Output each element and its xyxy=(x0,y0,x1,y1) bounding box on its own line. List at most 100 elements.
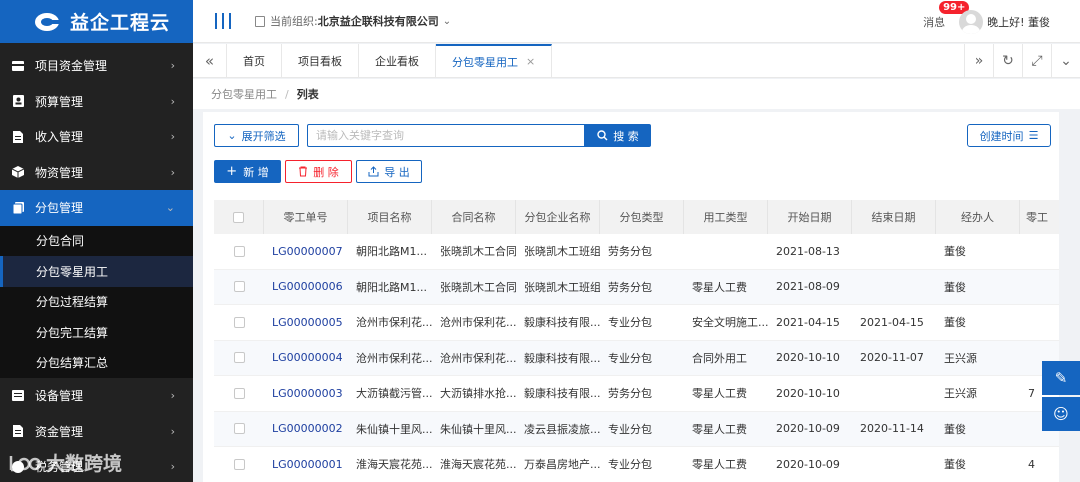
contact-icon xyxy=(12,95,24,108)
sidebar-item-equipment[interactable]: 设备管理 › xyxy=(0,378,193,414)
order-number-link[interactable]: LG00000002 xyxy=(264,422,348,435)
order-number-link[interactable]: LG00000001 xyxy=(264,458,348,471)
column-header[interactable]: 零工 xyxy=(1020,200,1055,234)
table-cell: 零星人工费 xyxy=(692,458,747,472)
column-header[interactable]: 项目名称 xyxy=(348,200,432,234)
row-select-cell xyxy=(214,245,264,257)
sort-by-created-button[interactable]: 创建时间 ☰ xyxy=(967,124,1051,147)
search-input[interactable] xyxy=(307,124,585,147)
export-button[interactable]: 导 出 xyxy=(356,160,422,183)
sidebar-subitem-settlement-summary[interactable]: 分包结算汇总 xyxy=(0,347,193,378)
sidebar-item-budget[interactable]: 预算管理 › xyxy=(0,84,193,120)
row-checkbox[interactable] xyxy=(233,245,245,257)
table-cell: 2020-10-10 xyxy=(776,386,840,400)
table-cell: 王兴源 xyxy=(944,387,977,401)
breadcrumb: 分包零星用工 / 列表 xyxy=(193,79,1080,109)
row-checkbox[interactable] xyxy=(233,352,245,364)
breadcrumb-parent[interactable]: 分包零星用工 xyxy=(211,86,277,102)
order-number-link[interactable]: LG00000003 xyxy=(264,387,348,400)
row-checkbox[interactable] xyxy=(233,387,245,399)
scroll-left-icon[interactable]: « xyxy=(193,44,227,77)
sidebar-subitem-process-settlement[interactable]: 分包过程结算 xyxy=(0,286,193,317)
sidebar-item-subcontract[interactable]: 分包管理 ⌄ xyxy=(0,190,193,226)
logo[interactable]: 益企工程云 xyxy=(0,0,193,43)
sidebar-item-funds[interactable]: 资金管理 › xyxy=(0,414,193,450)
column-header[interactable]: 用工类型 xyxy=(684,200,768,234)
sidebar-subitem-casual-labor[interactable]: 分包零星用工 xyxy=(0,256,193,287)
avatar[interactable] xyxy=(959,9,984,34)
delete-button[interactable]: 删 除 xyxy=(285,160,352,183)
sidebar-item-project-funds[interactable]: 项目资金管理 › xyxy=(0,48,193,84)
table-row[interactable]: LG00000006 朝阳北路M1... 张晓凯木工合同 张晓凯木工班组 劳务分包 零星人… xyxy=(214,269,1059,305)
row-checkbox[interactable] xyxy=(233,281,245,293)
table-body: LG00000007 朝阳北路M1... 张晓凯木工合同 张晓凯木工班组 劳务分包 202… xyxy=(214,234,1059,482)
table-cell: 董俊 xyxy=(944,422,966,436)
table-row[interactable]: LG00000003 大沥镇截污管... 大沥镇排水抢... 毅康科技有限... 劳务分… xyxy=(214,376,1059,412)
data-table: 零工单号 项目名称 合同名称 分包企业名称 分包类型 用工类型 开始日期 结束日… xyxy=(214,200,1059,482)
sidebar-subitem-contract[interactable]: 分包合同 xyxy=(0,225,193,256)
export-icon xyxy=(368,166,379,177)
sidebar-item-income[interactable]: 收入管理 › xyxy=(0,119,193,155)
chevron-right-icon: › xyxy=(170,460,175,474)
table-cell: 零星人工费 xyxy=(692,422,747,436)
chevron-right-icon: › xyxy=(170,424,175,438)
chevron-right-icon: › xyxy=(170,389,175,403)
sidebar-item-materials[interactable]: 物资管理 › xyxy=(0,155,193,191)
select-all-checkbox[interactable] xyxy=(233,211,244,223)
tab-enterprise-board[interactable]: 企业看板 xyxy=(359,44,436,77)
table-row[interactable]: LG00000007 朝阳北路M1... 张晓凯木工合同 张晓凯木工班组 劳务分包 202… xyxy=(214,234,1059,270)
file-icon xyxy=(12,425,24,438)
row-checkbox[interactable] xyxy=(233,458,245,470)
sidebar-item-label: 收入管理 xyxy=(35,130,84,145)
doc-icon xyxy=(12,201,24,214)
tab-project-board[interactable]: 项目看板 xyxy=(282,44,359,77)
contact-service-icon[interactable]: ☺ xyxy=(1042,397,1080,431)
order-number-link[interactable]: LG00000004 xyxy=(264,351,348,364)
table-row[interactable]: LG00000001 淮海天宸花苑... 淮海天宸花苑... 万泰昌房地产... 专业分… xyxy=(214,447,1059,482)
user-greeting[interactable]: 晚上好! 董俊 xyxy=(987,14,1050,30)
column-header[interactable]: 分包类型 xyxy=(600,200,684,234)
table-cell: 专业分包 xyxy=(608,458,652,472)
column-header[interactable]: 零工单号 xyxy=(264,200,348,234)
close-icon[interactable]: × xyxy=(526,55,535,68)
fullscreen-icon[interactable]: ⤢ xyxy=(1022,44,1051,78)
feedback-icon[interactable]: ✎ xyxy=(1042,361,1080,395)
table-cell: 张晓凯木工班组 xyxy=(524,280,600,294)
refresh-icon[interactable]: ↻ xyxy=(993,44,1022,78)
export-label: 导 出 xyxy=(384,165,410,179)
column-header[interactable]: 合同名称 xyxy=(432,200,516,234)
add-button[interactable]: + 新 增 xyxy=(214,160,281,183)
table-cell: 2020-11-14 xyxy=(860,422,924,436)
order-number-link[interactable]: LG00000005 xyxy=(264,316,348,329)
column-header[interactable]: 经办人 xyxy=(936,200,1020,234)
column-header[interactable]: 开始日期 xyxy=(768,200,852,234)
table-cell: 劳务分包 xyxy=(608,280,652,294)
table-cell: 2020-11-07 xyxy=(860,351,924,365)
main-content: ⌄ 展开筛选 搜 索 创建时间 ☰ + 新 增 删 除 导 出 零工单号 项目名… xyxy=(203,112,1059,482)
table-cell: 4 xyxy=(1028,457,1035,471)
order-number-link[interactable]: LG00000006 xyxy=(264,280,348,293)
chevron-down-icon[interactable]: ⌄ xyxy=(1051,44,1080,78)
table-row[interactable]: LG00000002 朱仙镇十里风... 朱仙镇十里风... 凌云县振凌旅... 专业分… xyxy=(214,411,1059,447)
table-header: 零工单号 项目名称 合同名称 分包企业名称 分包类型 用工类型 开始日期 结束日… xyxy=(214,200,1059,234)
expand-filter-button[interactable]: ⌄ 展开筛选 xyxy=(214,124,299,147)
column-header[interactable]: 分包企业名称 xyxy=(516,200,600,234)
search-button[interactable]: 搜 索 xyxy=(585,124,651,147)
column-header[interactable]: 结束日期 xyxy=(852,200,936,234)
sidebar-subitem-completion-settlement[interactable]: 分包完工结算 xyxy=(0,317,193,348)
row-select-cell xyxy=(214,281,264,293)
org-name[interactable]: 北京益企联科技有限公司 xyxy=(318,13,439,29)
list-icon xyxy=(12,390,24,402)
row-checkbox[interactable] xyxy=(233,316,245,328)
tab-home[interactable]: 首页 xyxy=(227,44,282,77)
order-number-link[interactable]: LG00000007 xyxy=(264,245,348,258)
collapse-menu-icon[interactable] xyxy=(215,13,231,29)
scroll-right-icon[interactable]: » xyxy=(964,44,993,78)
messages-button[interactable]: 消息 99+ xyxy=(923,0,970,30)
table-row[interactable]: LG00000004 沧州市保利花... 沧州市保利花... 毅康科技有限... 专业分… xyxy=(214,340,1059,376)
chevron-down-icon[interactable]: ⌄ xyxy=(443,16,451,27)
table-row[interactable]: LG00000005 沧州市保利花... 沧州市保利花... 毅康科技有限... 专业分… xyxy=(214,305,1059,341)
row-checkbox[interactable] xyxy=(233,423,245,435)
sidebar-item-label: 项目资金管理 xyxy=(35,59,108,74)
tab-casual-labor[interactable]: 分包零星用工 × xyxy=(436,44,553,77)
